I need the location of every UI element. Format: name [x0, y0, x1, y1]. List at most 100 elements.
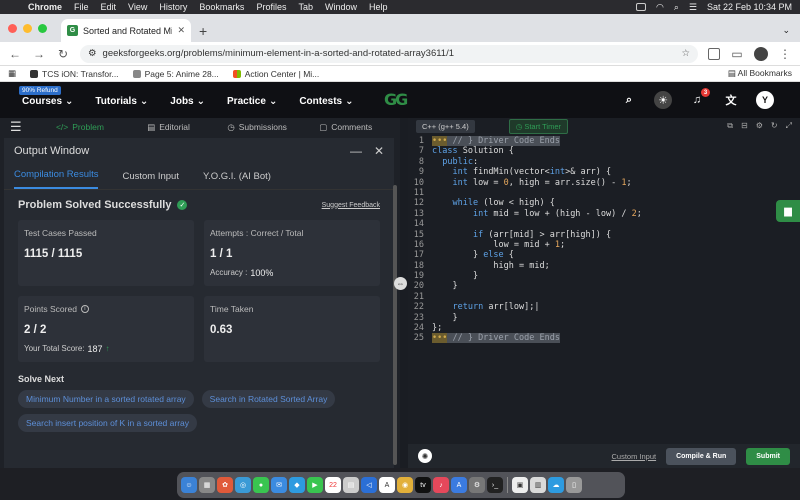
preview-icon[interactable]: ▣ — [512, 477, 528, 493]
code-line[interactable]: 24}; — [408, 323, 800, 333]
battery-icon[interactable] — [635, 3, 646, 11]
code-line[interactable]: 10 int low = 0, high = arr.size() - 1; — [408, 178, 800, 188]
stack-icon[interactable]: ▥ — [530, 477, 546, 493]
menu-bookmarks[interactable]: Bookmarks — [199, 2, 244, 12]
browser-tab[interactable]: G Sorted and Rotated Minimum ✕ — [61, 19, 191, 42]
trash-icon[interactable]: ▯ — [566, 477, 582, 493]
code-line[interactable]: 25 ••• // } Driver Code Ends — [408, 333, 800, 344]
user-avatar[interactable]: Y — [756, 91, 774, 109]
bookmark-anime[interactable]: Page 5: Anime 28... — [132, 69, 219, 79]
collapse-icon[interactable]: ⊟ — [741, 121, 748, 131]
code-line[interactable]: 19 } — [408, 271, 800, 281]
minimize-icon[interactable]: — — [350, 144, 362, 158]
bookmark-action-center[interactable]: Action Center | Mi... — [232, 69, 319, 79]
control-center-icon[interactable]: ☰ — [689, 2, 697, 13]
site-info-icon[interactable]: ⚙ — [88, 48, 97, 59]
hamburger-menu-icon[interactable]: ☰ — [10, 119, 22, 135]
menu-history[interactable]: History — [159, 2, 187, 12]
zoom-window-button[interactable] — [38, 23, 47, 33]
search-icon[interactable]: ⌕ — [674, 2, 679, 13]
copy-icon[interactable]: ⧉ — [727, 121, 733, 131]
fullscreen-icon[interactable]: ⤢ — [786, 121, 792, 131]
launchpad-icon[interactable]: ▦ — [199, 477, 215, 493]
messages-icon[interactable]: ● — [253, 477, 269, 493]
lightbulb-icon[interactable]: ✺ — [418, 449, 432, 463]
reset-icon[interactable]: ↻ — [771, 121, 778, 131]
tab-submissions[interactable]: ◷ Submissions — [213, 122, 302, 133]
solve-next-chip[interactable]: Minimum Number in a sorted rotated array — [18, 390, 194, 408]
tab-editorial[interactable]: ▤ Editorial — [124, 122, 213, 133]
menu-edit[interactable]: Edit — [101, 2, 117, 12]
submit-button[interactable]: Submit — [746, 447, 790, 465]
start-timer-button[interactable]: ◷ Start Timer — [508, 118, 569, 134]
maps-icon[interactable]: ◆ — [289, 477, 305, 493]
notes-icon[interactable]: ▤ — [343, 477, 359, 493]
code-line[interactable]: 21 — [408, 292, 800, 302]
menu-window[interactable]: Window — [325, 2, 357, 12]
custom-input-link[interactable]: Custom Input — [611, 452, 656, 461]
app-store-alt-icon[interactable]: A — [451, 477, 467, 493]
reload-icon[interactable]: ↻ — [56, 47, 70, 61]
menu-view[interactable]: View — [128, 2, 147, 12]
scrollbar[interactable] — [393, 185, 397, 465]
facetime-icon[interactable]: ▶ — [307, 477, 323, 493]
solve-next-chip[interactable]: Search in Rotated Sorted Array — [201, 390, 336, 408]
translate-icon[interactable]: 文 — [722, 91, 740, 109]
safari-icon[interactable]: ◎ — [235, 477, 251, 493]
tab-compilation-results[interactable]: Compilation Results — [14, 169, 99, 189]
apps-grid-icon[interactable]: ▦ — [8, 68, 16, 79]
code-line[interactable]: 17 } else { — [408, 250, 800, 260]
minimize-window-button[interactable] — [23, 23, 32, 33]
language-select[interactable]: C++ (g++ 5.4) — [416, 119, 475, 133]
settings-icon[interactable]: ⚙ — [756, 121, 763, 131]
code-line[interactable]: 12 while (low < high) { — [408, 198, 800, 208]
wifi-icon[interactable]: ◠ — [656, 2, 664, 13]
code-line[interactable]: 9 int findMin(vector<int>& arr) { — [408, 167, 800, 177]
nav-practice[interactable]: Practice ⌄ — [227, 96, 277, 107]
url-bar[interactable]: ⚙ geeksforgeeks.org/problems/minimum-ele… — [80, 44, 698, 63]
chat-icon[interactable]: ▆ — [776, 200, 800, 222]
music-icon[interactable]: ♪ — [433, 477, 449, 493]
nav-contests[interactable]: Contests ⌄ — [299, 96, 353, 107]
solve-next-chip[interactable]: Search insert position of K in a sorted … — [18, 414, 197, 432]
menu-tab[interactable]: Tab — [298, 2, 313, 12]
mail-icon[interactable]: ✉ — [271, 477, 287, 493]
nav-courses[interactable]: Courses ⌄ — [22, 96, 73, 107]
new-tab-button[interactable]: + — [199, 19, 207, 42]
photos-icon[interactable]: ✿ — [217, 477, 233, 493]
code-line[interactable]: 8 public: — [408, 157, 800, 167]
apple-tv-icon[interactable]: tv — [415, 477, 431, 493]
profile-avatar[interactable] — [754, 46, 768, 61]
close-icon[interactable]: ✕ — [374, 144, 384, 158]
nav-jobs[interactable]: Jobs ⌄ — [170, 96, 205, 107]
code-area[interactable]: 1 ••• // } Driver Code Ends 7 class Solutio… — [408, 134, 800, 344]
vscode-icon[interactable]: ◁ — [361, 477, 377, 493]
menu-file[interactable]: File — [74, 2, 89, 12]
chrome-icon[interactable]: ◉ — [397, 477, 413, 493]
back-icon[interactable]: ← — [8, 47, 22, 61]
forward-icon[interactable]: → — [32, 47, 46, 61]
settings-app-icon[interactable]: ⚙ — [469, 477, 485, 493]
code-line[interactable]: 15 if (arr[mid] > arr[high]) { — [408, 230, 800, 240]
menu-clock[interactable]: Sat 22 Feb 10:34 PM — [707, 2, 792, 12]
tab-problem[interactable]: </> Problem — [36, 122, 125, 132]
nav-tutorials[interactable]: Tutorials ⌄ — [95, 96, 148, 107]
menu-app-name[interactable]: Chrome — [28, 2, 62, 12]
code-line[interactable]: 11 — [408, 188, 800, 198]
code-line[interactable]: 18 high = mid; — [408, 261, 800, 271]
menu-help[interactable]: Help — [369, 2, 388, 12]
code-line[interactable]: 7 class Solution { — [408, 146, 800, 156]
calendar-icon[interactable]: 22 — [325, 477, 341, 493]
code-line[interactable]: 1 ••• // } Driver Code Ends — [408, 136, 800, 146]
theme-toggle-icon[interactable]: ☀ — [654, 91, 672, 109]
code-line[interactable]: 16 low = mid + 1; — [408, 240, 800, 250]
code-line[interactable]: 20 } — [408, 281, 800, 291]
notification-bell-icon[interactable]: ♫ 3 — [688, 88, 710, 109]
tab-yogi-bot[interactable]: Y.O.G.I. (AI Bot) — [203, 171, 271, 189]
close-tab-icon[interactable]: ✕ — [177, 25, 185, 36]
tab-custom-input[interactable]: Custom Input — [122, 171, 179, 189]
tab-comments[interactable]: ▢ Comments — [301, 122, 390, 133]
compile-run-button[interactable]: Compile & Run — [666, 447, 737, 465]
gfg-logo[interactable]: GG — [384, 90, 418, 109]
search-icon[interactable]: ⌕ — [620, 91, 638, 109]
